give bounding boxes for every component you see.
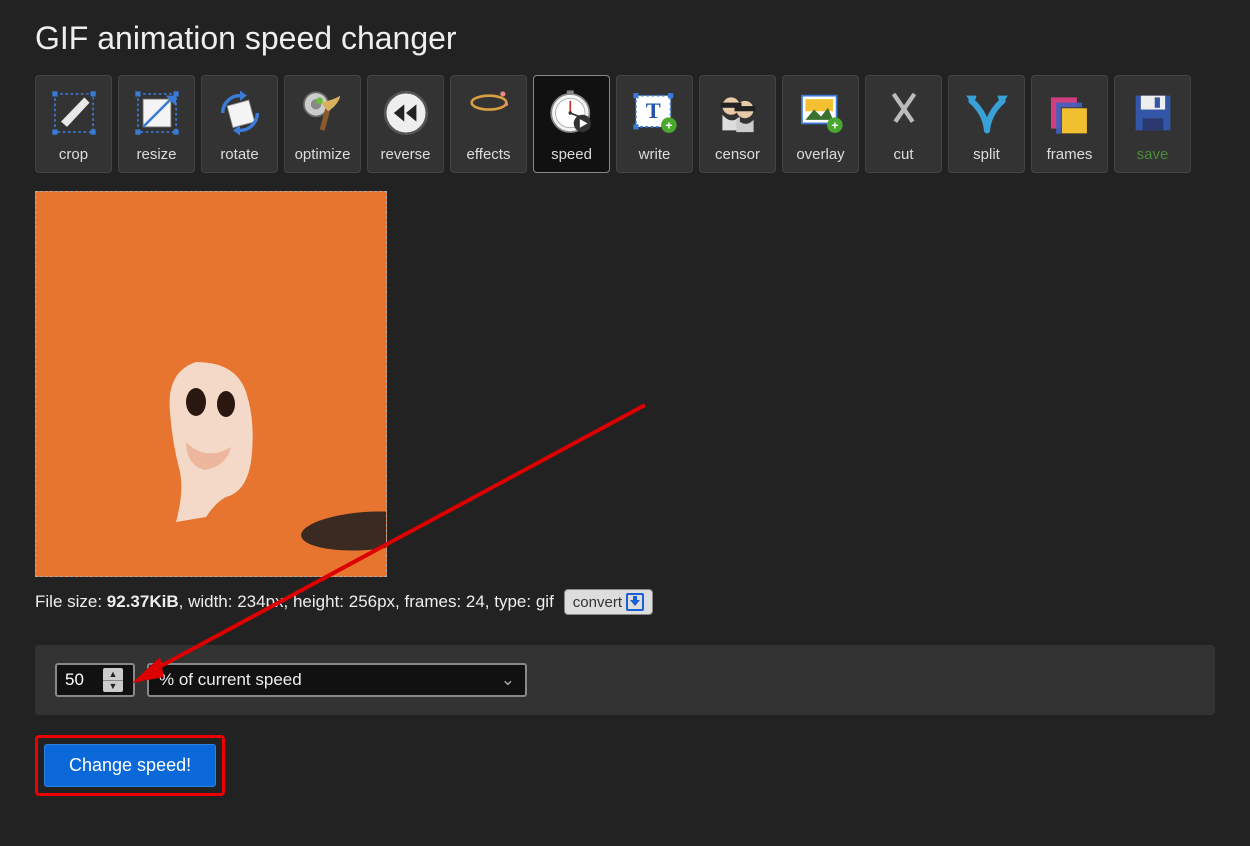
tool-label: resize	[136, 146, 176, 163]
preview-area	[35, 191, 1215, 577]
tool-label: overlay	[796, 146, 844, 163]
file-size-prefix: File size:	[35, 592, 107, 611]
tool-label: censor	[715, 146, 760, 163]
file-info-rest: , width: 234px, height: 256px, frames: 2…	[179, 592, 554, 611]
write-icon: T +	[626, 84, 684, 142]
toolbar: crop resize rotate	[35, 75, 1215, 173]
save-icon	[1124, 84, 1182, 142]
resize-icon	[128, 84, 186, 142]
speed-icon	[543, 84, 601, 142]
tool-censor[interactable]: censor	[699, 75, 776, 173]
svg-text:+: +	[831, 118, 838, 132]
tool-effects[interactable]: effects	[450, 75, 527, 173]
tool-label: write	[639, 146, 671, 163]
submit-highlight: Change speed!	[35, 735, 225, 796]
file-size-value: 92.37KiB	[107, 592, 179, 611]
tool-frames[interactable]: frames	[1031, 75, 1108, 173]
tool-split[interactable]: split	[948, 75, 1025, 173]
effects-icon	[460, 84, 518, 142]
tool-crop[interactable]: crop	[35, 75, 112, 173]
chevron-down-icon: ⌄	[501, 670, 515, 690]
tool-label: reverse	[380, 146, 430, 163]
speed-value-input[interactable]: ▲ ▼	[55, 663, 135, 697]
download-icon	[626, 593, 644, 611]
speed-unit-select[interactable]: % of current speed ⌄	[147, 663, 527, 697]
tool-save[interactable]: save	[1114, 75, 1191, 173]
spinner[interactable]: ▲ ▼	[103, 668, 123, 692]
convert-button[interactable]: convert	[564, 589, 653, 615]
gif-preview	[35, 191, 387, 577]
split-icon	[958, 84, 1016, 142]
tool-label: effects	[467, 146, 511, 163]
file-info: File size: 92.37KiB, width: 234px, heigh…	[35, 589, 1215, 615]
tool-reverse[interactable]: reverse	[367, 75, 444, 173]
change-speed-button[interactable]: Change speed!	[44, 744, 216, 787]
tool-write[interactable]: T + write	[616, 75, 693, 173]
tool-label: frames	[1047, 146, 1093, 163]
tool-label: speed	[551, 146, 592, 163]
ghost-image	[156, 352, 296, 532]
svg-text:T: T	[645, 98, 660, 123]
spinner-up[interactable]: ▲	[103, 668, 123, 681]
svg-text:+: +	[665, 118, 672, 132]
tool-resize[interactable]: resize	[118, 75, 195, 173]
speed-panel: ▲ ▼ % of current speed ⌄	[35, 645, 1215, 715]
censor-icon	[709, 84, 767, 142]
overlay-icon: +	[792, 84, 850, 142]
tool-label: save	[1137, 146, 1169, 163]
unit-selected-label: % of current speed	[159, 670, 302, 690]
optimize-icon	[294, 84, 352, 142]
tool-overlay[interactable]: + overlay	[782, 75, 859, 173]
tool-label: rotate	[220, 146, 258, 163]
tool-label: split	[973, 146, 1000, 163]
tool-cut[interactable]: cut	[865, 75, 942, 173]
page-title: GIF animation speed changer	[35, 20, 1215, 57]
convert-label: convert	[573, 594, 622, 611]
tool-speed[interactable]: speed	[533, 75, 610, 173]
spinner-down[interactable]: ▼	[103, 681, 123, 693]
rotate-icon	[211, 84, 269, 142]
frames-icon	[1041, 84, 1099, 142]
tool-optimize[interactable]: optimize	[284, 75, 361, 173]
tool-rotate[interactable]: rotate	[201, 75, 278, 173]
reverse-icon	[377, 84, 435, 142]
tool-label: cut	[893, 146, 913, 163]
speed-value-field[interactable]	[65, 670, 103, 690]
cut-icon	[875, 84, 933, 142]
ghost-shadow	[300, 508, 387, 555]
tool-label: crop	[59, 146, 88, 163]
crop-icon	[45, 84, 103, 142]
tool-label: optimize	[295, 146, 351, 163]
